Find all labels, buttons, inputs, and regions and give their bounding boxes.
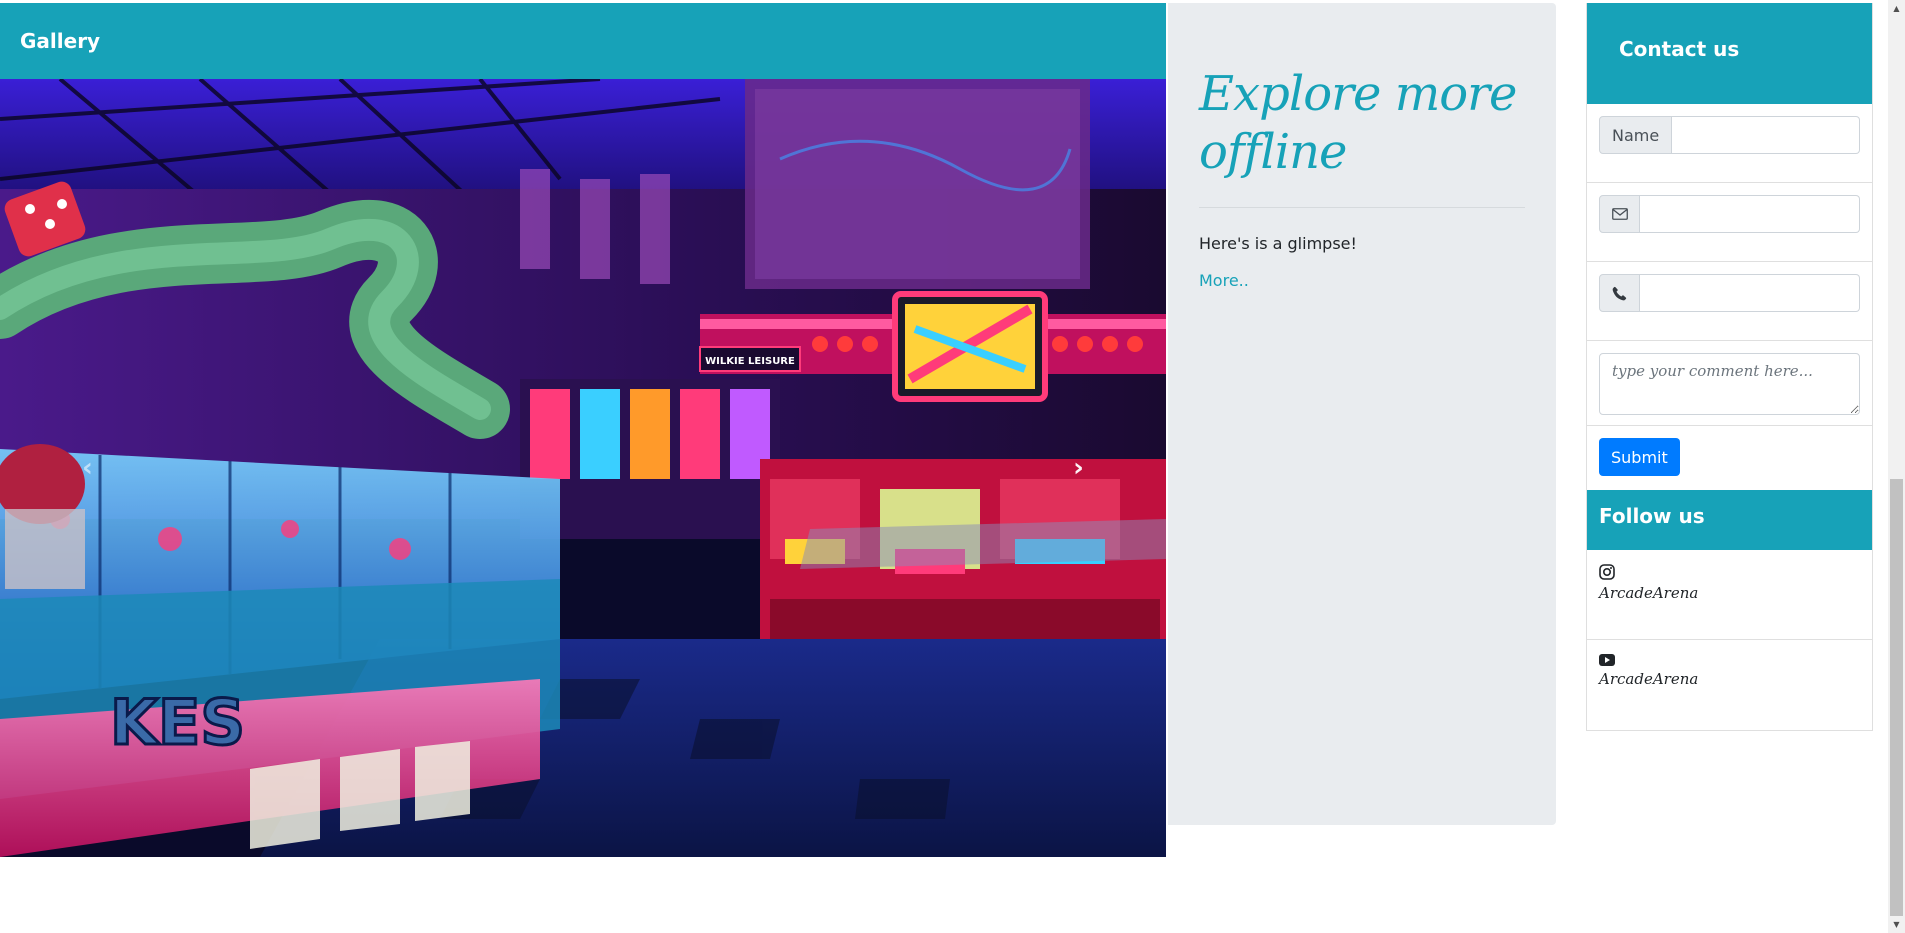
scroll-up-arrow[interactable]: ▲ [1888, 0, 1905, 17]
phone-icon [1599, 274, 1640, 312]
chevron-right-icon: › [1073, 453, 1084, 483]
submit-button[interactable]: Submit [1599, 438, 1680, 476]
name-row: Name [1587, 104, 1872, 183]
envelope-icon [1599, 195, 1640, 233]
gallery-card: Gallery WILKIE LEISURE KES ‹ › [0, 3, 1166, 857]
scroll-down-arrow[interactable]: ▼ [1888, 916, 1905, 933]
wilkie-leisure-sign: WILKIE LEISURE [705, 356, 795, 367]
email-row [1587, 183, 1872, 262]
youtube-item: ArcadeArena [1587, 640, 1872, 730]
instagram-item: ArcadeArena [1587, 550, 1872, 640]
phone-input[interactable] [1640, 274, 1860, 312]
gallery-title: Gallery [20, 29, 101, 53]
comment-textarea[interactable] [1599, 353, 1860, 415]
page-scrollbar[interactable]: ▲ ▼ [1888, 0, 1905, 933]
gallery-carousel[interactable]: WILKIE LEISURE KES ‹ › [0, 79, 1166, 857]
carousel-next-button[interactable]: › [991, 79, 1166, 857]
instagram-handle[interactable]: ArcadeArena [1599, 584, 1860, 602]
contact-header: Contact us [1587, 3, 1872, 104]
carousel-prev-button[interactable]: ‹ [0, 79, 175, 857]
contact-card: Contact us Name Submit Follow us [1586, 3, 1873, 731]
follow-header: Follow us [1587, 490, 1872, 550]
name-input[interactable] [1672, 116, 1860, 154]
jumbotron-text: Here's is a glimpse! [1199, 234, 1357, 253]
youtube-handle[interactable]: ArcadeArena [1599, 670, 1860, 688]
phone-input-group [1599, 274, 1860, 312]
chevron-left-icon: ‹ [82, 453, 93, 483]
explore-jumbotron: Explore more offline Here's is a glimpse… [1168, 3, 1556, 825]
email-input[interactable] [1640, 195, 1860, 233]
instagram-icon[interactable] [1599, 564, 1860, 580]
explore-heading: Explore more offline [1199, 66, 1517, 180]
phone-row [1587, 262, 1872, 341]
email-input-group [1599, 195, 1860, 233]
youtube-icon[interactable] [1599, 654, 1860, 666]
scroll-thumb[interactable] [1890, 479, 1903, 916]
jumbotron-divider [1199, 207, 1525, 208]
more-link[interactable]: More.. [1199, 271, 1249, 290]
gallery-header: Gallery [0, 3, 1166, 79]
name-label: Name [1599, 116, 1673, 154]
name-input-group: Name [1599, 116, 1860, 154]
comment-row [1587, 341, 1872, 426]
submit-row: Submit [1587, 426, 1872, 490]
